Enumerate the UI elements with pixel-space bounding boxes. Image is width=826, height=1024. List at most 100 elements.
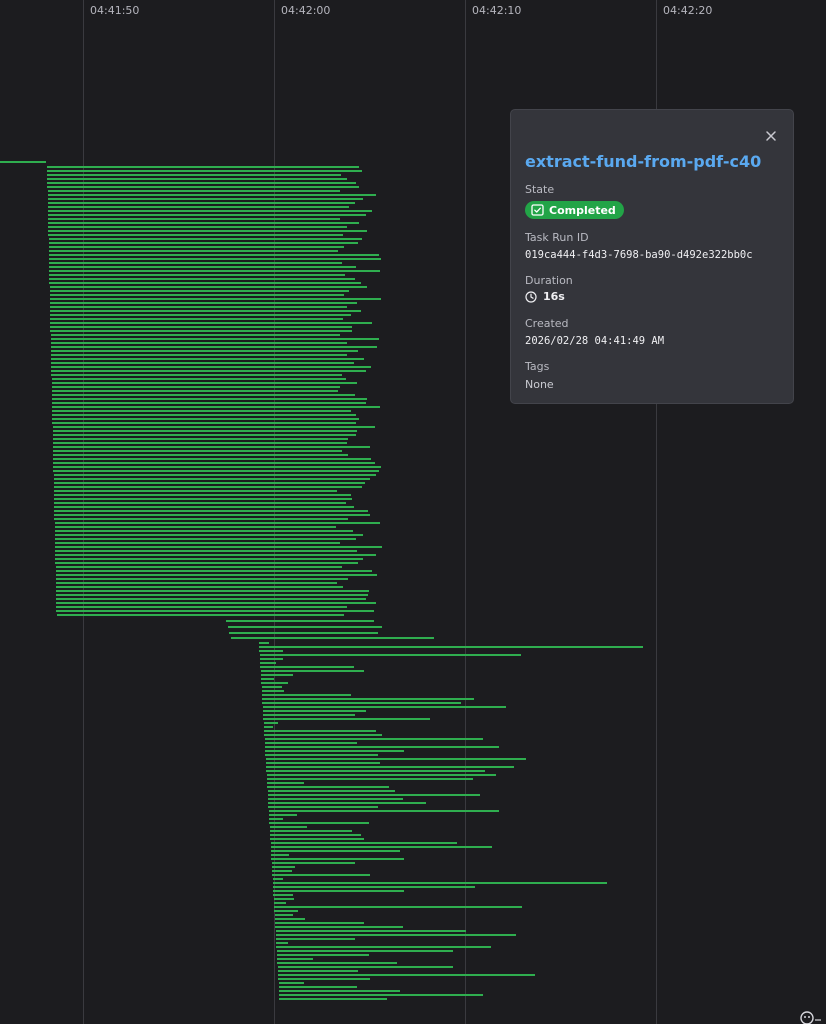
task-run-bar[interactable] bbox=[272, 870, 292, 872]
task-run-bar[interactable] bbox=[53, 426, 375, 428]
task-run-bar[interactable] bbox=[52, 422, 356, 424]
task-run-bar[interactable] bbox=[268, 798, 403, 800]
task-run-bar[interactable] bbox=[52, 378, 346, 380]
task-run-bar[interactable] bbox=[276, 930, 466, 932]
task-run-bar[interactable] bbox=[268, 790, 395, 792]
task-run-bar[interactable] bbox=[50, 326, 352, 328]
task-run-bar[interactable] bbox=[55, 542, 340, 544]
task-run-bar[interactable] bbox=[55, 554, 376, 556]
task-run-bar[interactable] bbox=[56, 578, 348, 580]
task-run-bar[interactable] bbox=[269, 818, 283, 820]
task-run-bar[interactable] bbox=[271, 850, 400, 852]
task-run-bar[interactable] bbox=[273, 878, 283, 880]
task-run-bar[interactable] bbox=[48, 190, 340, 192]
task-run-bar[interactable] bbox=[269, 822, 369, 824]
task-run-bar[interactable] bbox=[54, 474, 376, 476]
task-run-bar[interactable] bbox=[264, 726, 273, 728]
task-run-bar[interactable] bbox=[261, 670, 364, 672]
task-run-bar[interactable] bbox=[53, 458, 371, 460]
task-run-bar[interactable] bbox=[53, 446, 370, 448]
task-run-bar[interactable] bbox=[52, 414, 356, 416]
task-run-bar[interactable] bbox=[261, 678, 274, 680]
task-run-bar[interactable] bbox=[275, 922, 364, 924]
task-run-bar[interactable] bbox=[55, 550, 357, 552]
task-run-bar[interactable] bbox=[262, 698, 474, 700]
task-run-bar[interactable] bbox=[276, 938, 355, 940]
task-run-bar[interactable] bbox=[51, 366, 371, 368]
task-run-bar[interactable] bbox=[265, 750, 404, 752]
task-run-bar[interactable] bbox=[279, 990, 400, 992]
task-run-bar[interactable] bbox=[48, 210, 372, 212]
task-run-bar[interactable] bbox=[271, 854, 289, 856]
task-run-bar[interactable] bbox=[47, 174, 341, 176]
task-run-bar[interactable] bbox=[54, 518, 348, 520]
task-run-bar[interactable] bbox=[274, 910, 298, 912]
task-run-bar[interactable] bbox=[267, 774, 496, 776]
task-run-bar[interactable] bbox=[48, 234, 343, 236]
task-run-bar[interactable] bbox=[266, 770, 485, 772]
task-run-bar[interactable] bbox=[48, 206, 349, 208]
task-run-bar[interactable] bbox=[263, 718, 430, 720]
task-run-bar[interactable] bbox=[52, 390, 338, 392]
task-run-bar[interactable] bbox=[53, 466, 381, 468]
task-run-bar[interactable] bbox=[266, 758, 526, 760]
task-run-bar[interactable] bbox=[56, 606, 347, 608]
task-run-bar[interactable] bbox=[277, 958, 313, 960]
task-run-bar[interactable] bbox=[51, 342, 347, 344]
task-run-bar[interactable] bbox=[51, 338, 379, 340]
task-run-bar[interactable] bbox=[260, 654, 521, 656]
task-run-bar[interactable] bbox=[56, 570, 372, 572]
task-run-bar[interactable] bbox=[273, 886, 475, 888]
task-run-bar[interactable] bbox=[55, 522, 380, 524]
task-run-bar[interactable] bbox=[50, 298, 381, 300]
task-run-bar[interactable] bbox=[278, 978, 370, 980]
task-run-bar[interactable] bbox=[54, 502, 346, 504]
task-run-bar[interactable] bbox=[48, 218, 340, 220]
task-run-bar[interactable] bbox=[51, 370, 366, 372]
task-run-bar[interactable] bbox=[272, 862, 355, 864]
task-run-bar[interactable] bbox=[270, 826, 307, 828]
task-run-bar[interactable] bbox=[275, 914, 293, 916]
task-run-bar[interactable] bbox=[275, 926, 403, 928]
task-run-bar[interactable] bbox=[262, 694, 351, 696]
task-run-bar[interactable] bbox=[259, 646, 643, 648]
task-run-bar[interactable] bbox=[47, 182, 356, 184]
task-run-bar[interactable] bbox=[54, 498, 352, 500]
task-run-bar[interactable] bbox=[270, 834, 361, 836]
task-run-bar[interactable] bbox=[56, 590, 369, 592]
task-run-bar[interactable] bbox=[263, 706, 506, 708]
task-run-bar[interactable] bbox=[51, 350, 358, 352]
task-run-bar[interactable] bbox=[51, 346, 377, 348]
task-run-bar[interactable] bbox=[260, 662, 276, 664]
task-run-bar[interactable] bbox=[49, 270, 380, 272]
task-run-bar[interactable] bbox=[50, 290, 349, 292]
task-run-bar[interactable] bbox=[54, 514, 370, 516]
task-run-bar[interactable] bbox=[53, 430, 357, 432]
task-run-bar[interactable] bbox=[51, 374, 342, 376]
task-run-bar[interactable] bbox=[268, 802, 426, 804]
task-run-bar[interactable] bbox=[48, 222, 359, 224]
task-run-bar[interactable] bbox=[277, 962, 397, 964]
task-run-bar[interactable] bbox=[264, 722, 278, 724]
task-run-bar[interactable] bbox=[262, 686, 282, 688]
task-run-bar[interactable] bbox=[50, 294, 344, 296]
task-run-bar[interactable] bbox=[49, 274, 345, 276]
task-run-bar[interactable] bbox=[50, 286, 367, 288]
task-run-bar[interactable] bbox=[262, 690, 284, 692]
task-run-bar[interactable] bbox=[56, 610, 374, 612]
task-run-bar[interactable] bbox=[272, 866, 295, 868]
assistant-icon[interactable] bbox=[800, 1010, 822, 1024]
task-run-bar[interactable] bbox=[276, 934, 516, 936]
task-run-bar[interactable] bbox=[226, 620, 374, 622]
task-run-bar[interactable] bbox=[49, 250, 338, 252]
task-run-bar[interactable] bbox=[52, 410, 351, 412]
task-run-bar[interactable] bbox=[56, 598, 366, 600]
task-run-bar[interactable] bbox=[47, 186, 359, 188]
task-run-bar[interactable] bbox=[267, 786, 389, 788]
task-run-bar[interactable] bbox=[276, 942, 288, 944]
task-run-bar[interactable] bbox=[53, 454, 348, 456]
task-run-bar[interactable] bbox=[55, 558, 363, 560]
task-run-bar[interactable] bbox=[50, 306, 347, 308]
close-button[interactable] bbox=[763, 128, 779, 144]
task-run-bar[interactable] bbox=[54, 510, 368, 512]
